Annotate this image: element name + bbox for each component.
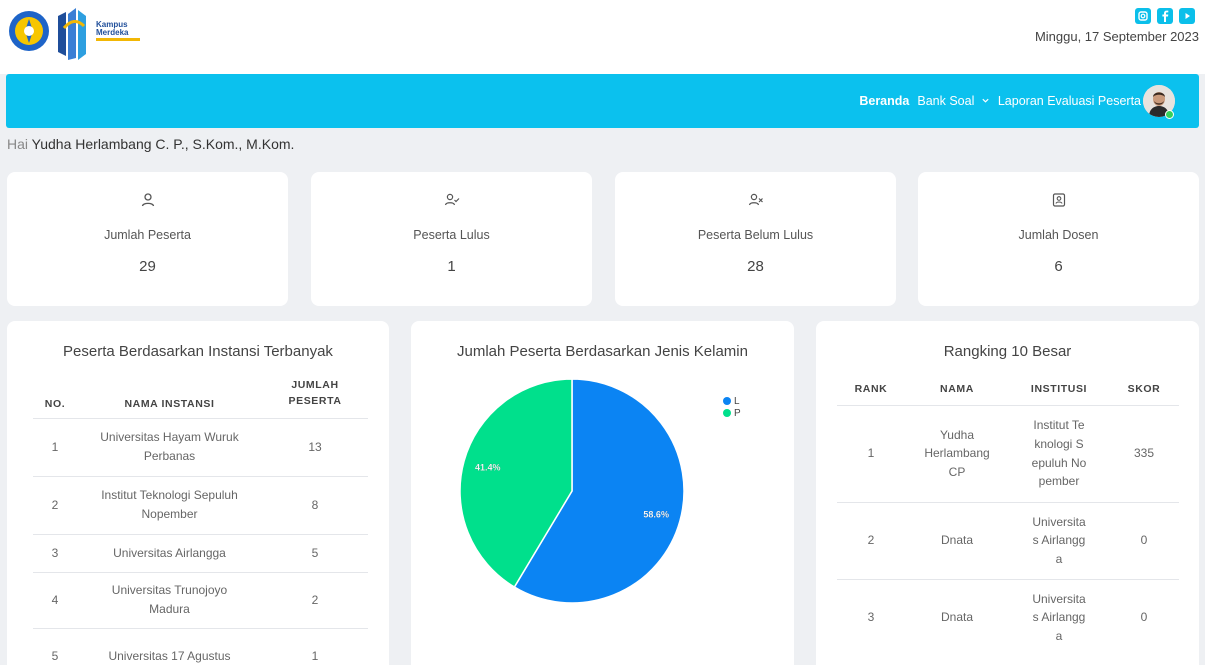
stat-label: Jumlah Dosen xyxy=(1018,228,1099,242)
stat-value: 1 xyxy=(447,258,456,275)
greeting: Hai Yudha Herlambang C. P., S.Kom., M.Ko… xyxy=(7,136,295,152)
user-icon xyxy=(141,193,154,207)
col-nama-instansi: NAMA INSTANSI xyxy=(124,397,215,410)
stat-card-jumlah-peserta: Jumlah Peserta 29 xyxy=(7,172,288,306)
kampus-merdeka-logo xyxy=(58,8,86,60)
instansi-table: NO. NAMA INSTANSI JUMLAH PESERTA 1 Unive… xyxy=(33,376,368,665)
user-name: Yudha Herlambang C. P., S.Kom., M.Kom. xyxy=(31,136,295,152)
col-no: NO. xyxy=(44,397,66,410)
nav-beranda[interactable]: Beranda xyxy=(859,94,909,108)
tut-wuri-logo xyxy=(9,11,49,51)
user-check-icon xyxy=(444,193,459,206)
stat-card-jumlah-dosen: Jumlah Dosen 6 xyxy=(918,172,1199,306)
main-navbar: Beranda Bank Soal Laporan Evaluasi Peser… xyxy=(6,74,1199,128)
gender-chart-title: Jumlah Peserta Berdasarkan Jenis Kelamin xyxy=(457,343,748,360)
col-jumlah-peserta: JUMLAH PESERTA xyxy=(288,379,342,407)
stat-card-peserta-lulus: Peserta Lulus 1 xyxy=(311,172,592,306)
stat-value: 6 xyxy=(1054,258,1063,275)
stat-label: Jumlah Peserta xyxy=(104,228,191,242)
legend-item-p[interactable]: P xyxy=(723,407,741,419)
social-links xyxy=(1135,8,1195,26)
id-card-icon xyxy=(1052,193,1065,207)
legend-swatch-p xyxy=(723,409,731,417)
instansi-title: Peserta Berdasarkan Instansi Terbanyak xyxy=(63,343,333,360)
top-header: Kampus Merdeka Minggu, 17 September 2023 xyxy=(0,0,1205,74)
table-row: 4 Universitas Trunojoyo Madura 2 xyxy=(33,571,368,628)
nav-laporan-evaluasi[interactable]: Laporan Evaluasi Peserta xyxy=(998,94,1141,108)
instagram-icon[interactable] xyxy=(1135,8,1151,24)
ranking-title: Rangking 10 Besar xyxy=(943,343,1072,360)
nav-bank-soal[interactable]: Bank Soal xyxy=(917,94,989,108)
current-date: Minggu, 17 September 2023 xyxy=(1034,29,1199,44)
legend-swatch-l xyxy=(723,397,731,405)
col-rank: RANK xyxy=(854,382,888,395)
stat-card-peserta-belum-lulus: Peserta Belum Lulus 28 xyxy=(615,172,896,306)
col-institusi: INSTITUSI xyxy=(1030,382,1088,395)
table-row: 3 Dnata Universitas Airlangga 0 xyxy=(837,578,1179,656)
legend-item-l[interactable]: L xyxy=(723,395,741,407)
gender-chart-card: Jumlah Peserta Berdasarkan Jenis Kelamin… xyxy=(411,321,794,665)
kampus-merdeka-wordmark: Kampus Merdeka xyxy=(96,20,144,42)
chevron-down-icon xyxy=(982,98,989,103)
instansi-card: Peserta Berdasarkan Instansi Terbanyak N… xyxy=(7,321,389,665)
ranking-table: RANK NAMA INSTITUSI SKOR 1 Yudha Herlamb… xyxy=(837,373,1179,656)
nav-bank-soal-label: Bank Soal xyxy=(917,94,975,108)
table-row: 2 Dnata Universitas Airlangga 0 xyxy=(837,501,1179,579)
youtube-icon[interactable] xyxy=(1179,8,1195,24)
table-row: 3 Universitas Airlangga 5 xyxy=(33,533,368,572)
online-status-dot xyxy=(1165,110,1174,119)
table-row: 5 Universitas 17 Agustus 1 xyxy=(33,627,368,665)
col-nama: NAMA xyxy=(940,382,974,395)
table-row: 1 Yudha Herlambang CP Institut Teknologi… xyxy=(837,404,1179,502)
stat-value: 28 xyxy=(747,258,764,275)
ranking-card: Rangking 10 Besar RANK NAMA INSTITUSI SK… xyxy=(816,321,1199,665)
pie-label-p: 41.4% xyxy=(475,463,501,473)
stat-label: Peserta Lulus xyxy=(413,228,490,242)
col-skor: SKOR xyxy=(1127,382,1161,395)
user-x-icon xyxy=(748,193,763,206)
pie-label-l: 58.6% xyxy=(643,509,669,519)
facebook-icon[interactable] xyxy=(1157,8,1173,24)
stat-label: Peserta Belum Lulus xyxy=(697,228,814,242)
stat-value: 29 xyxy=(139,258,156,275)
table-row: 1 Universitas Hayam Wuruk Perbanas 13 xyxy=(33,417,368,476)
table-row: 2 Institut Teknologi Sepuluh Nopember 8 xyxy=(33,475,368,534)
gender-legend: L P xyxy=(723,395,741,419)
